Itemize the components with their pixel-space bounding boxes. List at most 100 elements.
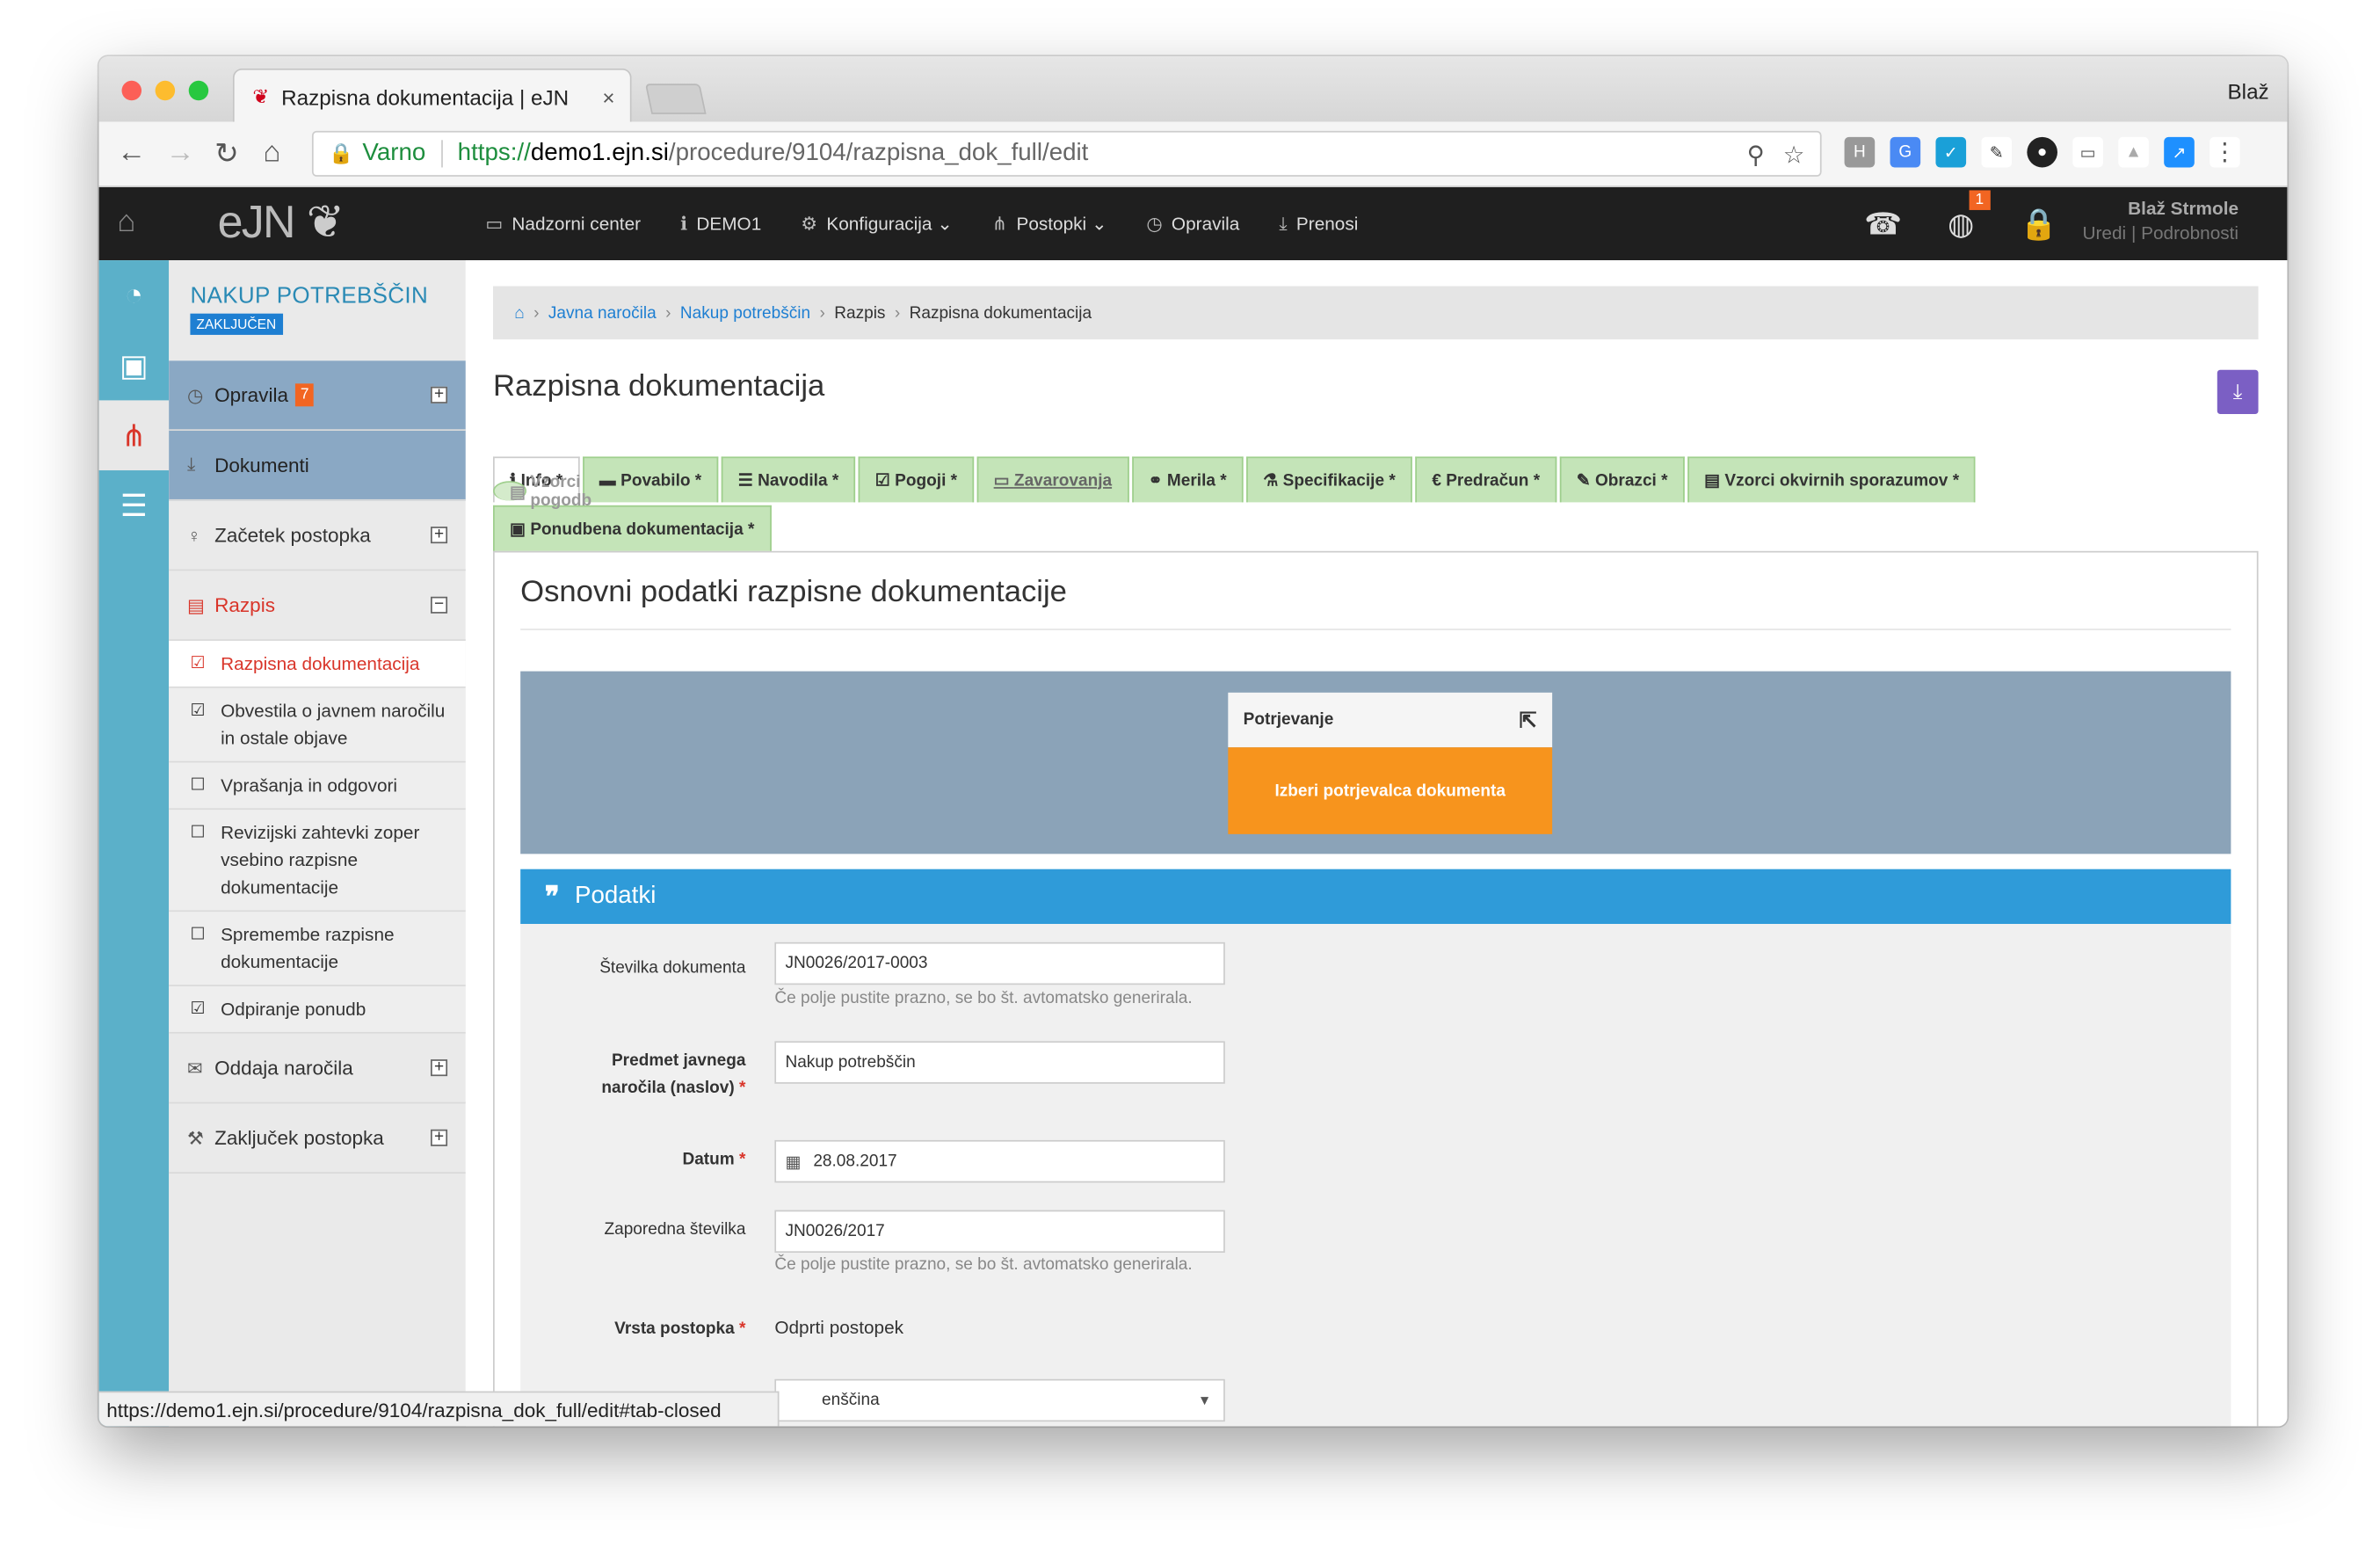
lock-icon: 🔒 <box>329 142 354 165</box>
color-wheel-icon[interactable]: ● <box>2027 136 2057 168</box>
home-icon[interactable]: ⌂ <box>264 137 281 171</box>
sidebar-item-oddaja-narocila[interactable]: ✉ Oddaja naročila + <box>169 1034 466 1104</box>
sidebar-item-dokumenti[interactable]: ⤓ Dokumenti <box>169 431 466 501</box>
sub-razpisna-dokumentacija[interactable]: ☑ Razpisna dokumentacija <box>169 640 466 688</box>
close-tab-icon[interactable]: × <box>602 84 614 109</box>
nav-nadzorni-center[interactable]: ▭ Nadzorni center <box>485 213 641 234</box>
sub-vprasanja[interactable]: ☐ Vprašanja in odgovori <box>169 762 466 811</box>
google-translate-icon[interactable]: G <box>1890 136 1921 168</box>
tab-merila[interactable]: ⚭ Merila * <box>1131 456 1244 503</box>
tab-povabilo[interactable]: ▬ Povabilo * <box>582 456 719 503</box>
download-icon: ⤓ <box>1279 212 1288 234</box>
home-crumb-icon[interactable]: ⌂ <box>514 303 525 322</box>
checked-icon: ☑ <box>190 702 206 720</box>
sidebar-item-opravila[interactable]: ◷ Opravila 7 + <box>169 360 466 432</box>
browser-tab[interactable]: ❦ Razpisna dokumentacija | eJN × <box>232 68 632 124</box>
divider <box>440 140 443 168</box>
sidebar: NAKUP POTREBŠČIN ZAKLJUČEN ◷ Opravila 7 + ⤓… <box>169 260 466 1427</box>
monitor-icon: ▭ <box>485 213 503 235</box>
globe-icon[interactable]: ◍ <box>1948 206 1974 244</box>
sub-revizijski-zahtevki[interactable]: ☐ Revizijski zahtevki zoper vsebino razpi… <box>169 810 466 912</box>
close-window-button[interactable] <box>121 80 142 101</box>
tab-vzorci-okvirnih[interactable]: ▤ Vzorci okvirnih sporazumov * <box>1687 456 1977 503</box>
tab-navodila[interactable]: ☰ Navodila * <box>721 456 856 503</box>
url-bar[interactable]: 🔒 Varno https://demo1.ejn.si/procedure/9… <box>311 130 1822 177</box>
seq-input[interactable]: JN0026/2017 <box>774 1210 1225 1254</box>
home-nav-icon[interactable]: ⌂ <box>117 206 135 241</box>
seq-help: Če polje pustite prazno, se bo št. avtom… <box>774 1255 1193 1275</box>
maximize-window-button[interactable] <box>188 80 209 101</box>
butterfly-favicon-icon: ❦ <box>252 84 270 108</box>
crumb-nakup-potrebscin[interactable]: Nakup potrebščin <box>680 303 810 322</box>
language-select[interactable]: enščina ▼ <box>774 1378 1225 1422</box>
section-title: Osnovni podatki razpisne dokumentacije <box>520 575 1067 609</box>
icon-rail: ◔ ▣ ⋔ ☰ <box>98 260 170 1427</box>
back-icon[interactable]: ← <box>117 137 146 171</box>
new-tab-button[interactable] <box>644 84 707 114</box>
ejn-logo[interactable]: eJN ❦ <box>218 196 345 250</box>
subject-input[interactable]: Nakup potrebščin <box>774 1041 1225 1084</box>
pen-extension-icon[interactable]: ✎ <box>1981 136 2013 168</box>
tab-vzorci-pogodb[interactable]: ▤ Vzorci pogodb <box>493 473 591 510</box>
approval-card: Potrjevanje ⇱ Izberi potrjevalca dokument… <box>1228 692 1553 834</box>
external-link-icon[interactable]: ⇱ <box>1519 707 1536 732</box>
user-edit-link[interactable]: Uredi <box>2083 222 2127 244</box>
reload-icon[interactable]: ↻ <box>214 137 239 172</box>
sub-obvestila[interactable]: ☑ Obvestila o javnem naročilu in ostale o… <box>169 687 466 763</box>
dashboard-icon[interactable]: ◔ <box>99 260 170 331</box>
tab-obrazci[interactable]: ✎ Obrazci * <box>1559 456 1685 503</box>
tasks-count-badge: 7 <box>295 383 314 407</box>
sitemap-icon: ⋔ <box>991 213 1008 235</box>
sub-spremembe[interactable]: ☐ Spremembe razpisne dokumentacije <box>169 912 466 987</box>
checked-icon: ☑ <box>190 654 206 673</box>
drive-icon[interactable]: ▲ <box>2118 136 2149 168</box>
sub-odpiranje-ponudb[interactable]: ☑ Odpiranje ponudb <box>169 986 466 1034</box>
briefcase-icon[interactable]: ▣ <box>99 331 170 401</box>
nav-postopki[interactable]: ⋔ Postopki ⌄ <box>992 213 1107 234</box>
type-value: Odprti postopek <box>774 1316 904 1338</box>
forward-icon[interactable]: → <box>166 137 195 171</box>
phone-icon[interactable]: ☎ <box>1864 206 1902 244</box>
sidebar-item-razpis[interactable]: ▤ Razpis − <box>169 571 466 641</box>
nav-demo1[interactable]: ℹ DEMO1 <box>680 213 761 234</box>
tab-title: Razpisna dokumentacija | eJN <box>281 84 570 109</box>
user-details-link[interactable]: Podrobnosti <box>2141 222 2239 244</box>
nav-prenosi[interactable]: ⤓ Prenosi <box>1279 213 1358 236</box>
data-form: Številka dokumenta JN0026/2017-0003 Če p… <box>520 924 2231 1427</box>
info-icon: ℹ <box>680 213 687 235</box>
checked-icon: ☑ <box>190 1000 206 1019</box>
tab-zavarovanja[interactable]: ▭ Zavarovanja <box>976 456 1129 503</box>
nav-opravila[interactable]: ◷ Opravila <box>1146 213 1239 234</box>
sidebar-item-zacetek-postopka[interactable]: ♀ Začetek postopka + <box>169 501 466 571</box>
minimize-window-button[interactable] <box>155 80 176 101</box>
app-top-navigation: ⌂ eJN ❦ ▭ Nadzorni center ℹ DEMO1 ⚙ Konfigur… <box>98 186 2288 261</box>
sidebar-item-zakljucek-postopka[interactable]: ⚒ Zaključek postopka + <box>169 1103 466 1174</box>
calendar-icon[interactable]: ▦ <box>785 1152 801 1172</box>
zoom-icon[interactable]: ⚲ <box>1747 140 1765 171</box>
extension-h-icon[interactable]: H <box>1844 136 1876 168</box>
download-icon: ⤓ <box>2232 379 2243 403</box>
profile-name[interactable]: Blaž <box>2228 79 2269 104</box>
open-external-icon[interactable]: ↗ <box>2164 136 2195 168</box>
nav-konfiguracija[interactable]: ⚙ Konfiguracija ⌄ <box>801 213 952 234</box>
bookmark-star-icon[interactable]: ☆ <box>1783 140 1805 171</box>
cast-icon[interactable]: ▭ <box>2072 136 2103 168</box>
download-icon: ⤓ <box>186 453 196 476</box>
list-icon[interactable]: ☰ <box>99 470 170 541</box>
lock-nav-icon[interactable]: 🔒 <box>2020 206 2057 244</box>
expand-icon: + <box>431 386 448 403</box>
tab-pogoji[interactable]: ☑ Pogoji * <box>858 456 975 503</box>
user-name: Blaž Strmole <box>2128 198 2239 220</box>
date-input[interactable]: ▦ 28.08.2017 <box>774 1139 1225 1183</box>
tab-ponudbena-dokumentacija[interactable]: ▣ Ponudbena dokumentacija * <box>493 505 772 551</box>
download-button[interactable]: ⤓ <box>2217 369 2259 414</box>
doc-number-input[interactable]: JN0026/2017-0003 <box>774 941 1225 985</box>
select-approver-button[interactable]: Izberi potrjevalca dokumenta <box>1228 747 1553 834</box>
crumb-javna-narocila[interactable]: Javna naročila <box>548 303 657 322</box>
doc-number-help: Če polje pustite prazno, se bo št. avtom… <box>774 989 1193 1008</box>
menu-dots-icon[interactable]: ⋮ <box>2209 136 2240 168</box>
sitemap-rail-icon[interactable]: ⋔ <box>98 400 170 471</box>
tab-specifikacije[interactable]: ⚗ Specifikacije * <box>1246 456 1412 503</box>
checkbox-extension-icon[interactable]: ✓ <box>1935 136 1967 168</box>
tab-predracun[interactable]: € Predračun * <box>1415 456 1557 503</box>
